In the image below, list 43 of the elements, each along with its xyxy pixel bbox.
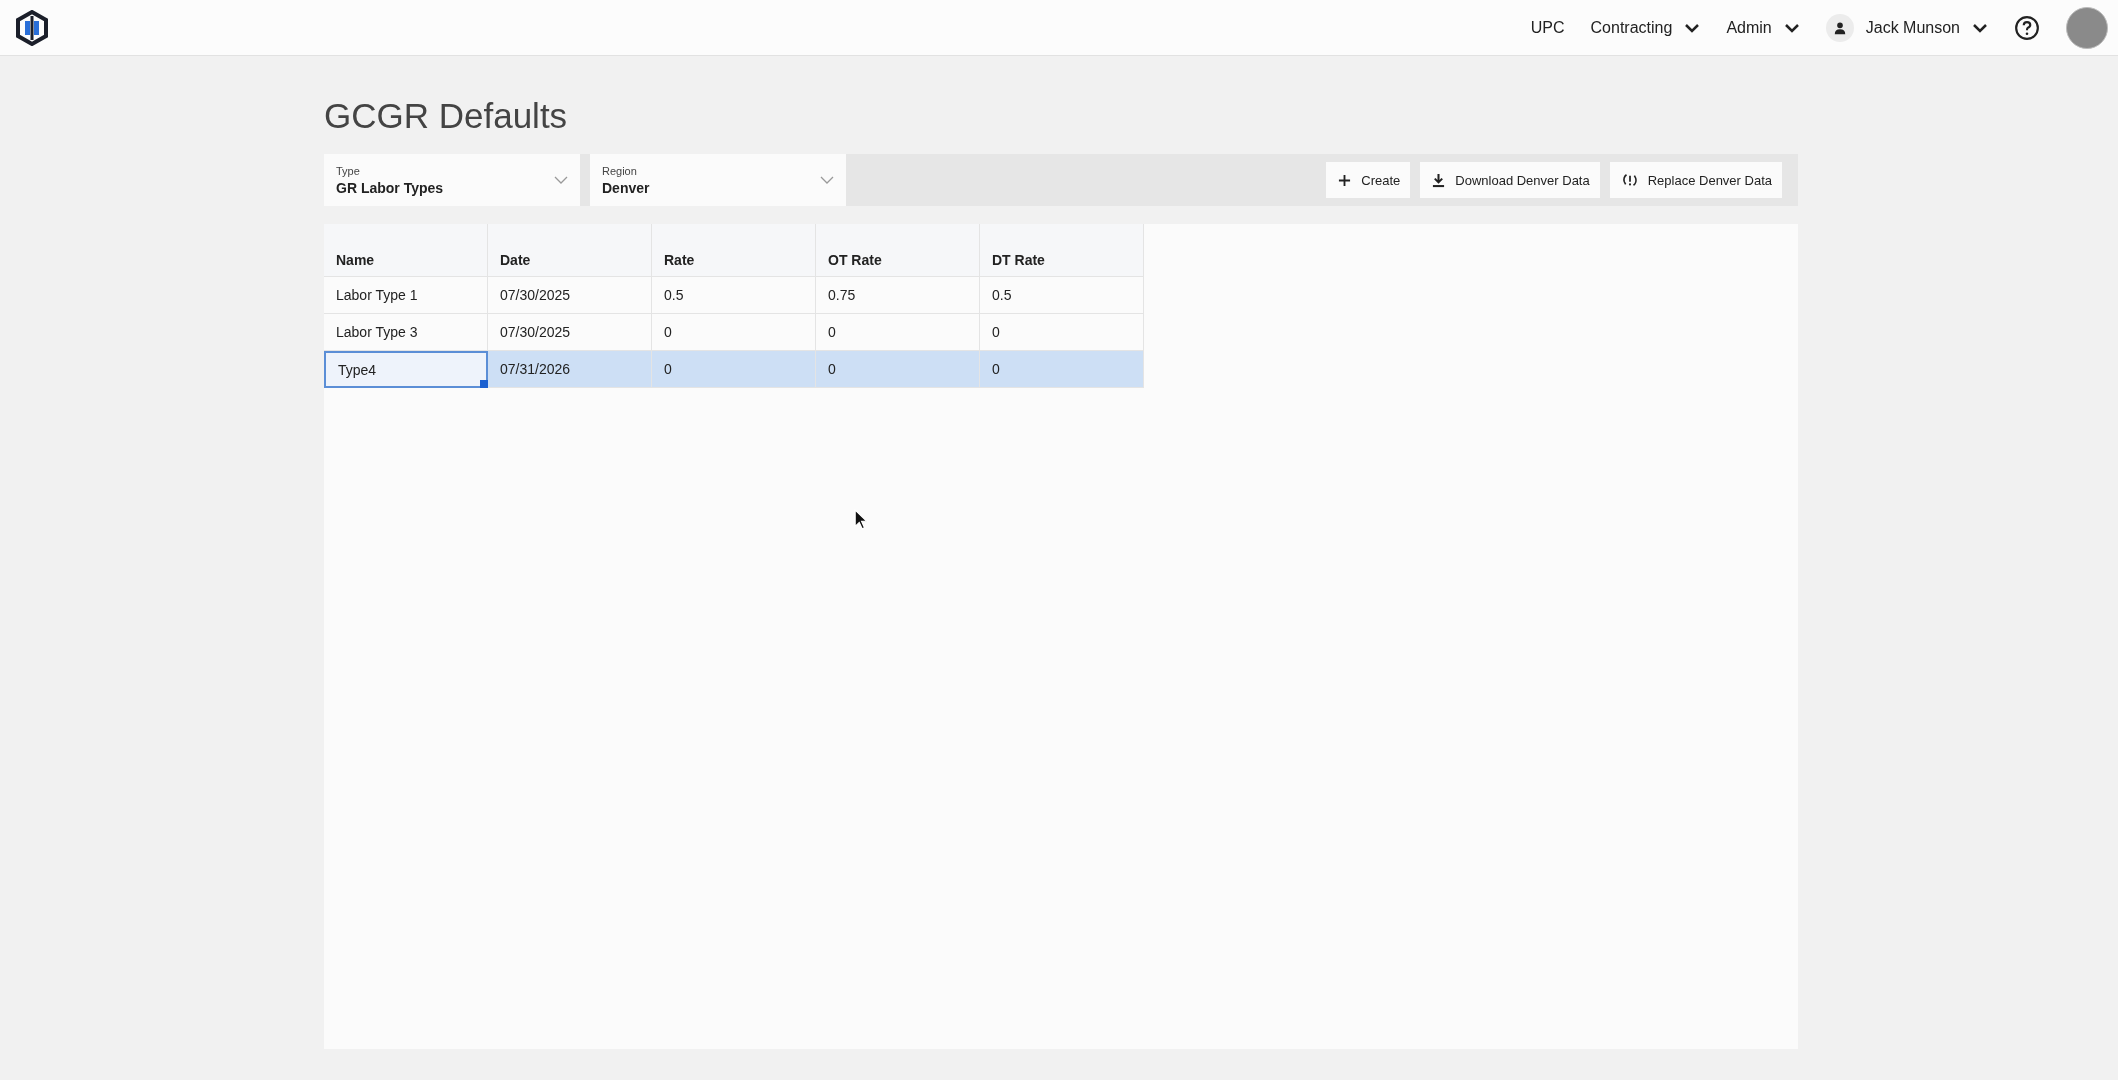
- table-cell[interactable]: 0: [652, 351, 816, 388]
- plus-icon: [1338, 173, 1352, 187]
- chevron-down-icon: [1972, 22, 1988, 33]
- nav-menu[interactable]: Admin: [1726, 14, 1800, 41]
- help-icon[interactable]: [2014, 14, 2040, 41]
- table-cell[interactable]: 07/31/2026: [488, 351, 652, 388]
- column-header[interactable]: Name: [324, 224, 488, 277]
- dropdown-label: Type: [336, 164, 361, 177]
- dropdown-value: Denver: [602, 179, 650, 196]
- chevron-down-icon: [1783, 22, 1800, 33]
- download-icon: [1432, 172, 1446, 188]
- mouse-cursor-icon: [854, 509, 868, 530]
- logo-icon[interactable]: [16, 9, 48, 46]
- dropdown[interactable]: Region Denver: [590, 154, 846, 206]
- nav-menu[interactable]: Contracting: [1590, 14, 1701, 41]
- table-cell[interactable]: Labor Type 1: [324, 277, 488, 314]
- fill-handle[interactable]: [480, 380, 488, 388]
- user-menu[interactable]: Jack Munson: [1865, 14, 1988, 41]
- chevron-down-icon: [820, 176, 834, 184]
- action-button[interactable]: Replace Denver Data: [1609, 162, 1782, 198]
- column-header[interactable]: DT Rate: [980, 224, 1144, 277]
- dropdown-value: GR Labor Types: [336, 179, 444, 196]
- action-button[interactable]: Download Denver Data: [1420, 162, 1600, 198]
- table-cell[interactable]: 0: [816, 351, 980, 388]
- chevron-down-icon: [554, 176, 568, 184]
- column-header[interactable]: OT Rate: [816, 224, 980, 277]
- nav-link[interactable]: UPC: [1530, 14, 1565, 41]
- table-cell[interactable]: 0.75: [816, 277, 980, 314]
- action-button[interactable]: Create: [1326, 162, 1411, 198]
- chevron-down-icon: [1684, 22, 1701, 33]
- table-cell[interactable]: 07/30/2025: [488, 277, 652, 314]
- column-header[interactable]: Rate: [652, 224, 816, 277]
- refresh-alert-icon: [1621, 173, 1638, 187]
- dropdown-label: Region: [602, 164, 638, 177]
- column-header[interactable]: Date: [488, 224, 652, 277]
- page-title: GCGR Defaults: [324, 96, 569, 136]
- table-cell[interactable]: 0.5: [980, 277, 1144, 314]
- table-cell[interactable]: 0.5: [652, 277, 816, 314]
- table-cell[interactable]: Type4: [324, 351, 488, 388]
- user-icon: [1825, 13, 1854, 42]
- avatar[interactable]: [2066, 6, 2108, 49]
- table-cell[interactable]: 0: [980, 351, 1144, 388]
- dropdown[interactable]: Type GR Labor Types: [324, 154, 580, 206]
